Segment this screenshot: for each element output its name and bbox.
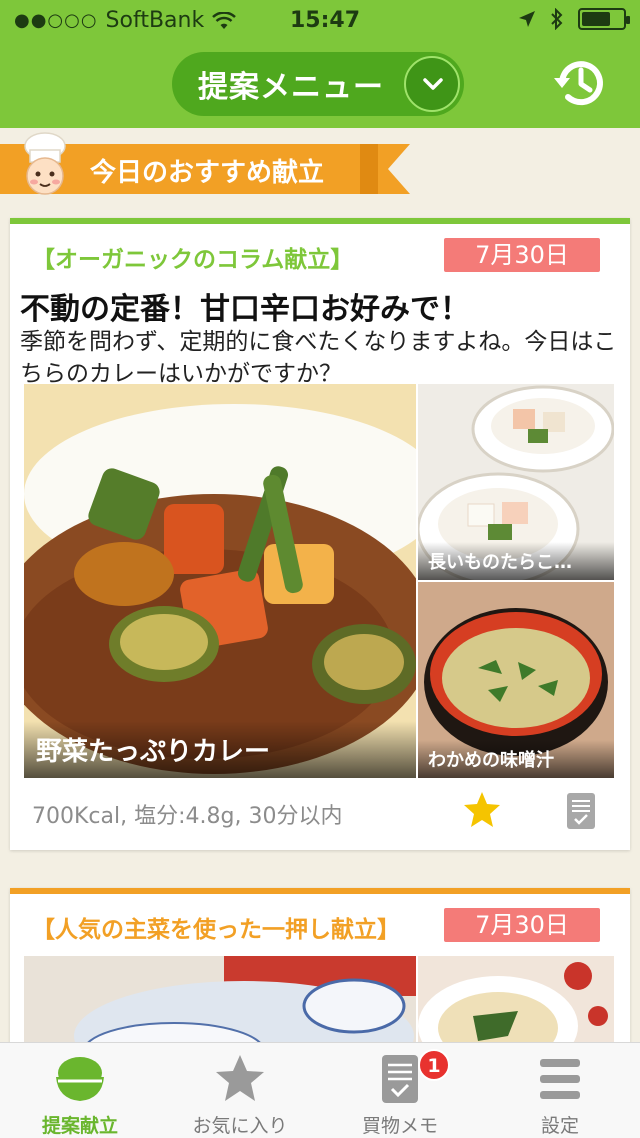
- nutrition-info: 700Kcal, 塩分:4.8g, 30分以内: [32, 804, 343, 829]
- status-bar: ●●○○○ SoftBank 15:47: [0, 6, 640, 36]
- favorite-star-icon[interactable]: [462, 790, 502, 830]
- side-dish-photo-2[interactable]: わかめの味噌汁: [418, 582, 614, 778]
- status-time: 15:47: [290, 8, 361, 33]
- tab-label: 買物メモ: [361, 1115, 438, 1137]
- side-dish-photo[interactable]: [418, 956, 614, 1048]
- carrier-name: SoftBank: [105, 8, 205, 33]
- tab-label: 提案献立: [41, 1115, 118, 1137]
- tab-settings[interactable]: 設定: [480, 1043, 640, 1138]
- bluetooth-icon: [551, 8, 563, 30]
- dish-image: [24, 956, 416, 1048]
- wifi-icon: [212, 11, 237, 29]
- suggest-menu-selector[interactable]: 提案メニュー: [172, 52, 464, 116]
- menu-card[interactable]: 【人気の主菜を使った一押し献立】 7月30日: [10, 888, 630, 1048]
- rice-bowl-icon: [56, 1057, 104, 1101]
- app-header: ●●○○○ SoftBank 15:47 提案メニュー: [0, 0, 640, 128]
- menu-card[interactable]: 【オーガニックのコラム献立】 7月30日 不動の定番！甘口辛口お好みで！ 季節を…: [10, 218, 630, 850]
- tab-favorites[interactable]: お気に入り: [160, 1043, 320, 1138]
- main-dish-photo[interactable]: [24, 956, 416, 1048]
- signal-strength: ●●○○○: [14, 10, 98, 31]
- main-dish-photo[interactable]: 野菜たっぷりカレー: [24, 384, 416, 778]
- date-badge: 7月30日: [444, 238, 600, 272]
- tab-label: 設定: [540, 1115, 579, 1137]
- today-recommendation-banner: 今日のおすすめ献立: [0, 132, 420, 196]
- main-dish-caption: 野菜たっぷりカレー: [24, 721, 416, 778]
- dropdown-button[interactable]: [404, 56, 460, 112]
- side-dish-image: [418, 956, 614, 1048]
- tab-label: お気に入り: [192, 1115, 288, 1137]
- bottom-tab-bar: 提案献立 お気に入り 1 買物メモ 設定: [0, 1042, 640, 1138]
- tab-shopping-memo[interactable]: 1 買物メモ: [320, 1043, 480, 1138]
- notification-badge: 1: [418, 1049, 450, 1081]
- side-dish-photo-1[interactable]: 長いものたらこ…: [418, 384, 614, 580]
- star-icon: [216, 1055, 264, 1101]
- tab-suggested-menu[interactable]: 提案献立: [0, 1043, 160, 1138]
- shopping-memo-icon[interactable]: [566, 792, 596, 830]
- card-headline: 不動の定番！甘口辛口お好みで！: [20, 292, 470, 327]
- battery-icon: [578, 8, 630, 30]
- history-clock-icon[interactable]: [552, 54, 610, 112]
- side-dish-caption-1: 長いものたらこ…: [418, 542, 614, 580]
- card-category: 【人気の主菜を使った一押し献立】: [32, 917, 400, 943]
- card-description: 季節を問わず、定期的に食べたくなりますよね。今日はこちらのカレーはいかがですか？: [20, 329, 617, 387]
- chef-mascot-icon: [24, 132, 66, 195]
- menu-lines-icon: [540, 1059, 580, 1099]
- date-badge: 7月30日: [444, 908, 600, 942]
- chevron-down-icon: [423, 78, 443, 90]
- location-arrow-icon: [519, 11, 535, 27]
- suggest-menu-label: 提案メニュー: [198, 70, 384, 105]
- card-category: 【オーガニックのコラム献立】: [32, 247, 354, 273]
- banner-title: 今日のおすすめ献立: [90, 158, 325, 188]
- side-dish-caption-2: わかめの味噌汁: [418, 740, 614, 778]
- curry-image: [24, 384, 416, 778]
